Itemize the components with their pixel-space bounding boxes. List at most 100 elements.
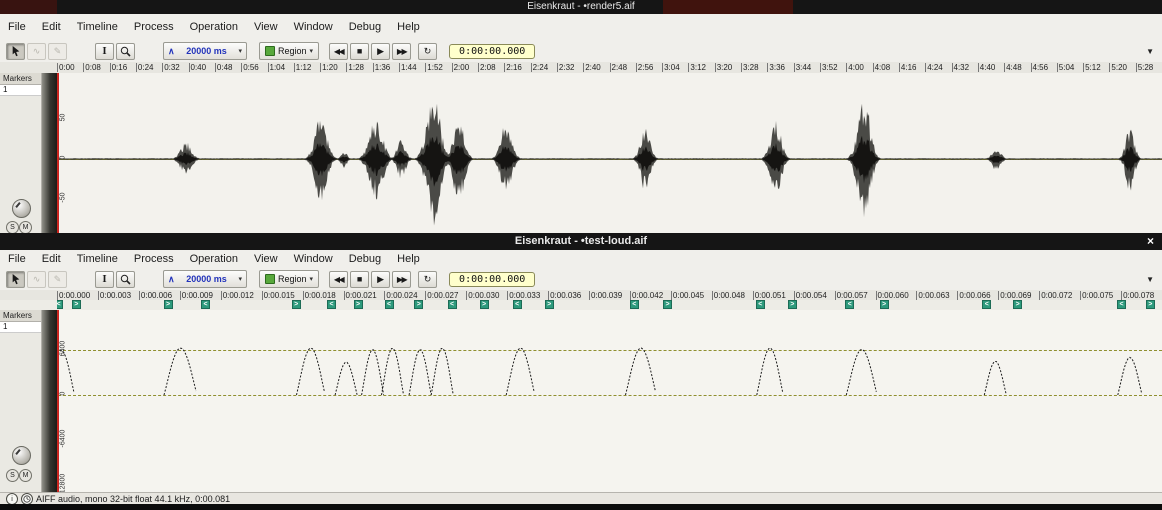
forward-button[interactable]: ▶▶ bbox=[392, 43, 411, 60]
pencil-icon: ✎ bbox=[54, 46, 62, 57]
zoom-tool-button[interactable] bbox=[116, 271, 135, 288]
ruler-label: 4:56 bbox=[1031, 63, 1049, 72]
ruler-label: 2:32 bbox=[557, 63, 575, 72]
region-start-marker[interactable]: > bbox=[788, 300, 797, 309]
region-start-marker[interactable]: > bbox=[663, 300, 672, 309]
menu-help[interactable]: Help bbox=[389, 21, 428, 33]
marker-row[interactable]: 1 bbox=[0, 322, 41, 333]
rewind-icon: ◀◀ bbox=[334, 275, 343, 284]
region-button[interactable]: Region ▾ bbox=[259, 42, 319, 60]
ruler-label: 0:48 bbox=[215, 63, 233, 72]
region-end-marker[interactable]: < bbox=[201, 300, 210, 309]
menu-file[interactable]: File bbox=[0, 253, 34, 265]
titlebar[interactable]: Eisenkraut - •render5.aif bbox=[0, 0, 1162, 14]
menu-edit[interactable]: Edit bbox=[34, 21, 69, 33]
region-start-marker[interactable]: > bbox=[1013, 300, 1022, 309]
region-start-marker[interactable]: > bbox=[1146, 300, 1155, 309]
stop-button[interactable]: ■ bbox=[350, 271, 369, 288]
menu-view[interactable]: View bbox=[246, 21, 286, 33]
mute-button[interactable]: M bbox=[19, 221, 32, 233]
menubar: FileEditTimelineProcessOperationViewWind… bbox=[0, 14, 1162, 41]
marker-row[interactable]: 1 bbox=[0, 85, 41, 96]
window-title: Eisenkraut - •render5.aif bbox=[527, 1, 634, 12]
ruler-label: 3:12 bbox=[688, 63, 706, 72]
region-start-marker[interactable]: > bbox=[292, 300, 301, 309]
ruler-label: 0:40 bbox=[189, 63, 207, 72]
ruler-label: 2:24 bbox=[531, 63, 549, 72]
menu-file[interactable]: File bbox=[0, 21, 34, 33]
pointer-tool-button[interactable] bbox=[6, 43, 25, 60]
menu-timeline[interactable]: Timeline bbox=[69, 253, 126, 265]
titlebar[interactable]: Eisenkraut - •test-loud.aif × bbox=[0, 233, 1162, 250]
ibeam-tool-button[interactable]: I bbox=[95, 271, 114, 288]
region-end-marker[interactable]: < bbox=[327, 300, 336, 309]
region-button[interactable]: Region ▾ bbox=[259, 270, 319, 288]
panel-toggle-icon[interactable]: ▼ bbox=[1146, 275, 1154, 284]
pointer-tool-button[interactable] bbox=[6, 271, 25, 288]
region-end-marker[interactable]: < bbox=[513, 300, 522, 309]
region-start-marker[interactable]: > bbox=[354, 300, 363, 309]
menu-help[interactable]: Help bbox=[389, 253, 428, 265]
pencil-tool-button: ✎ bbox=[48, 271, 67, 288]
solo-button[interactable]: S bbox=[6, 469, 19, 482]
gain-knob[interactable] bbox=[12, 199, 31, 218]
menu-debug[interactable]: Debug bbox=[341, 253, 389, 265]
play-button[interactable]: ▶ bbox=[371, 271, 390, 288]
menu-timeline[interactable]: Timeline bbox=[69, 21, 126, 33]
region-end-marker[interactable]: < bbox=[630, 300, 639, 309]
menu-edit[interactable]: Edit bbox=[34, 253, 69, 265]
time-display[interactable]: 0:00:00.000 bbox=[449, 44, 535, 59]
menu-window[interactable]: Window bbox=[286, 253, 341, 265]
menu-process[interactable]: Process bbox=[126, 21, 182, 33]
region-start-marker[interactable]: > bbox=[164, 300, 173, 309]
play-button[interactable]: ▶ bbox=[371, 43, 390, 60]
region-start-marker[interactable]: > bbox=[545, 300, 554, 309]
waveform-canvas[interactable]: 500-50 bbox=[57, 73, 1162, 233]
region-end-marker[interactable]: < bbox=[845, 300, 854, 309]
duration-select[interactable]: ∧ 20000 ms ▾ bbox=[163, 42, 247, 60]
loop-button[interactable]: ↻ bbox=[418, 43, 437, 60]
menu-window[interactable]: Window bbox=[286, 21, 341, 33]
region-start-marker[interactable]: > bbox=[480, 300, 489, 309]
duration-select[interactable]: ∧ 20000 ms ▾ bbox=[163, 270, 247, 288]
menu-debug[interactable]: Debug bbox=[341, 21, 389, 33]
ruler-label: 2:40 bbox=[583, 63, 601, 72]
region-start-marker[interactable]: > bbox=[880, 300, 889, 309]
forward-button[interactable]: ▶▶ bbox=[392, 271, 411, 288]
loop-button[interactable]: ↻ bbox=[418, 271, 437, 288]
toolbar: ∿ ✎ I ∧ 20000 ms ▾ Region ▾ ◀◀ bbox=[0, 268, 1162, 291]
mute-button[interactable]: M bbox=[19, 469, 32, 482]
region-end-marker[interactable]: < bbox=[982, 300, 991, 309]
rewind-button[interactable]: ◀◀ bbox=[329, 43, 348, 60]
panel-toggle-icon[interactable]: ▼ bbox=[1146, 47, 1154, 56]
taskbar-strip bbox=[0, 504, 1162, 510]
menu-operation[interactable]: Operation bbox=[182, 253, 246, 265]
region-end-marker[interactable]: < bbox=[448, 300, 457, 309]
close-icon[interactable]: × bbox=[1147, 233, 1154, 250]
playhead-cursor[interactable] bbox=[58, 310, 59, 492]
ruler-label: 3:20 bbox=[715, 63, 733, 72]
region-start-marker[interactable]: > bbox=[414, 300, 423, 309]
ibeam-tool-button[interactable]: I bbox=[95, 43, 114, 60]
region-end-marker[interactable]: < bbox=[756, 300, 765, 309]
waveform-canvas[interactable]: 64000-640012800 bbox=[57, 310, 1162, 492]
amplitude-label: -50 bbox=[60, 183, 67, 213]
stop-button[interactable]: ■ bbox=[350, 43, 369, 60]
solo-button[interactable]: S bbox=[6, 221, 19, 233]
region-start-marker[interactable]: > bbox=[72, 300, 81, 309]
menu-process[interactable]: Process bbox=[126, 253, 182, 265]
menu-view[interactable]: View bbox=[246, 253, 286, 265]
region-end-marker[interactable]: < bbox=[1117, 300, 1126, 309]
gain-knob[interactable] bbox=[12, 446, 31, 465]
ruler-label: 0:00.003 bbox=[98, 291, 131, 300]
rewind-button[interactable]: ◀◀ bbox=[329, 271, 348, 288]
playhead-cursor[interactable] bbox=[58, 73, 59, 233]
region-end-marker[interactable]: < bbox=[57, 300, 63, 309]
ruler-label: 4:24 bbox=[925, 63, 943, 72]
time-display[interactable]: 0:00:00.000 bbox=[449, 272, 535, 287]
zoom-tool-button[interactable] bbox=[116, 43, 135, 60]
menu-operation[interactable]: Operation bbox=[182, 21, 246, 33]
ruler-label: 1:04 bbox=[268, 63, 286, 72]
ruler-label: 0:00.030 bbox=[466, 291, 499, 300]
region-end-marker[interactable]: < bbox=[385, 300, 394, 309]
